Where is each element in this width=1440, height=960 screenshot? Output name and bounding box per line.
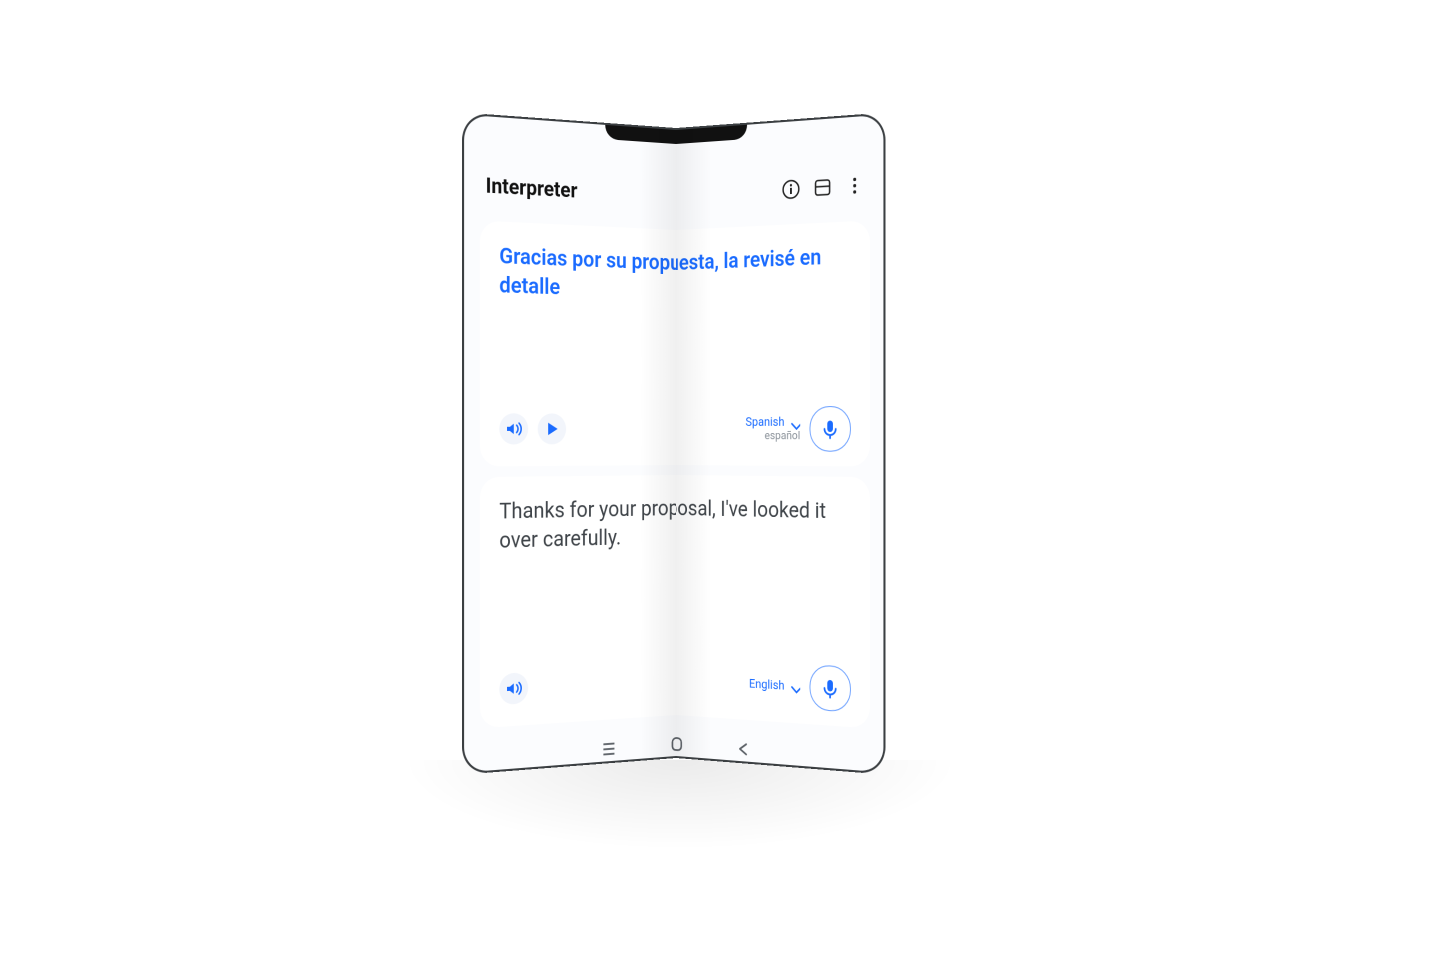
- more-icon[interactable]: [845, 175, 864, 197]
- side-button: [884, 262, 885, 336]
- header-actions: [782, 175, 864, 200]
- source-language-selector[interactable]: Spanish español: [746, 415, 801, 442]
- device-left-half: Interpreter Gracias por su propuesta, la…: [462, 112, 676, 774]
- play-icon[interactable]: [538, 413, 566, 444]
- chevron-down-icon: [787, 679, 800, 694]
- source-card: Gracias por su propuesta, la revisé en d…: [480, 221, 676, 467]
- app-header: Interpreter: [676, 163, 885, 226]
- source-language-label: Spanish: [746, 415, 785, 429]
- source-card-footer: Spanish español: [499, 406, 676, 452]
- source-text: Gracias por su propuesta, la revisé en d…: [499, 242, 676, 311]
- app-title: Interpreter: [486, 173, 676, 214]
- floor-reflection: [400, 760, 960, 850]
- target-text: Thanks for your proposal, I've looked it…: [499, 492, 676, 556]
- app-header: Interpreter: [464, 163, 676, 226]
- target-text: Thanks for your proposal, I've looked it…: [676, 493, 851, 557]
- chevron-down-icon: [787, 415, 800, 429]
- device-screen: Interpreter Gracias por su propuesta, la…: [464, 115, 676, 775]
- device-screen: Interpreter Gracias por su propuesta, la…: [676, 115, 885, 775]
- camera-notch: [676, 125, 747, 149]
- target-card-footer: English: [499, 648, 676, 712]
- stage: Interpreter Gracias por su propuesta, la…: [0, 0, 1440, 960]
- nav-home-icon[interactable]: [676, 735, 683, 752]
- source-card: Gracias por su propuesta, la revisé en d…: [676, 220, 870, 466]
- speaker-icon[interactable]: [499, 413, 528, 444]
- source-text: Gracias por su propuesta, la revisé en d…: [676, 242, 851, 311]
- info-icon[interactable]: [782, 179, 800, 201]
- source-card-footer: Spanish español: [676, 406, 851, 452]
- nav-recents-icon[interactable]: [602, 740, 617, 757]
- nav-back-icon[interactable]: [736, 740, 750, 757]
- speaker-icon[interactable]: [499, 672, 528, 705]
- target-language-selector[interactable]: English: [749, 676, 800, 693]
- camera-notch: [605, 125, 676, 149]
- window-icon[interactable]: [813, 177, 832, 199]
- target-card: Thanks for your proposal, I've looked it…: [480, 473, 676, 728]
- target-card-footer: English: [676, 648, 851, 712]
- source-mic-button[interactable]: [810, 406, 851, 452]
- device-right-half: Interpreter Gracias por su propuesta, la…: [676, 112, 885, 774]
- target-language-label: English: [749, 676, 784, 692]
- side-button: [884, 356, 885, 403]
- target-card: Thanks for your proposal, I've looked it…: [676, 473, 870, 728]
- app-title: Interpreter: [676, 178, 782, 218]
- target-mic-button[interactable]: [810, 664, 851, 712]
- source-language-sub: español: [765, 430, 801, 443]
